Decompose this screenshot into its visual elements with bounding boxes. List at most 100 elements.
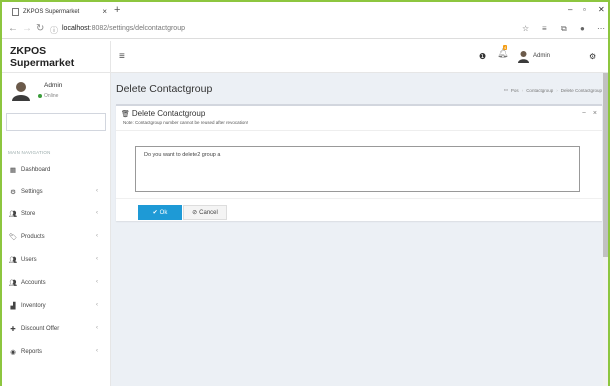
plus-icon: ✚: [10, 326, 16, 333]
sidebar-item-reports[interactable]: ◉ Reports ‹: [2, 345, 111, 359]
chevron-left-icon: ‹: [96, 233, 98, 239]
sidebar-item-label: Settings: [21, 189, 43, 195]
chevron-left-icon: ‹: [96, 210, 98, 216]
sidebar-item-label: Users: [21, 257, 37, 263]
breadcrumb-separator: ›: [556, 87, 558, 93]
bar-chart-icon: ▟: [10, 303, 16, 310]
online-dot-icon: [38, 94, 42, 98]
sidebar-item-label: Inventory: [21, 303, 46, 309]
maximize-icon[interactable]: ▫: [583, 5, 586, 14]
sidebar-user-name: Admin: [44, 82, 63, 89]
users-icon: 👥︎: [8, 280, 18, 287]
sidebar-item-label: Accounts: [21, 280, 46, 286]
divider: [116, 198, 602, 199]
sidebar: Admin Online MAIN NAVIGATION ▦ Dashboard…: [2, 73, 111, 386]
box-tools: − ×: [582, 110, 597, 117]
user-status: Online: [38, 93, 58, 99]
address-bar: ← → ↻ ⓘ localhost:8082/settings/delconta…: [2, 20, 608, 39]
notifications[interactable]: 🔔︎ 4: [497, 45, 508, 58]
user-menu-label[interactable]: Admin: [533, 53, 550, 59]
eye-icon: ◉: [10, 349, 16, 356]
alert-icon[interactable]: ❶: [479, 52, 486, 61]
user-avatar-icon[interactable]: [518, 50, 529, 63]
users-icon: 👥︎: [8, 211, 18, 218]
sidebar-item-users[interactable]: 👥︎ Users ‹: [2, 253, 111, 267]
sidebar-toggle-icon[interactable]: ≡: [119, 51, 125, 62]
remove-icon[interactable]: ×: [593, 110, 597, 117]
sidebar-item-label: Store: [21, 211, 36, 217]
chevron-left-icon: ‹: [96, 279, 98, 285]
box-note: Note: Contactgroup number cannot be reus…: [123, 120, 249, 125]
delete-box: 🗑︎ Delete Contactgroup Note: Contactgrou…: [116, 104, 602, 221]
sidebar-search-input[interactable]: [6, 113, 106, 131]
page-scrollbar[interactable]: [603, 73, 608, 386]
users-icon: 👥︎: [8, 257, 18, 264]
cancel-button[interactable]: ⊘ Cancel: [183, 205, 227, 220]
desktop-icon: ▭: [503, 87, 508, 92]
page-title: Delete Contactgroup: [116, 83, 213, 95]
browser-tab-title: ZKPOS Supermarket: [23, 9, 80, 15]
forward-icon[interactable]: →: [22, 23, 32, 34]
sidebar-item-inventory[interactable]: ▟ Inventory ‹: [2, 299, 111, 313]
notification-badge: 4: [503, 45, 508, 50]
chevron-left-icon: ‹: [96, 348, 98, 354]
breadcrumb-separator: ›: [521, 87, 524, 93]
profile-icon[interactable]: ●: [580, 24, 585, 33]
chevron-left-icon: ‹: [96, 256, 98, 262]
sidebar-item-settings[interactable]: ⚙ Settings ‹: [2, 185, 111, 199]
box-title-text: Delete Contactgroup: [131, 109, 206, 118]
more-icon[interactable]: ⋯: [597, 24, 605, 33]
collections-icon[interactable]: ⧉: [561, 24, 567, 34]
tab-close-icon[interactable]: ×: [102, 7, 107, 16]
url-host: localhost: [62, 25, 90, 32]
box-title: 🗑︎ Delete Contactgroup: [121, 109, 205, 118]
sidebar-item-label: Discount Offer: [21, 326, 60, 332]
url-field[interactable]: localhost:8082/settings/delcontactgroup: [62, 25, 185, 32]
sidebar-item-products[interactable]: 🏷︎ Products ‹: [2, 230, 111, 244]
browser-tab[interactable]: ZKPOS Supermarket ×: [6, 4, 109, 20]
chevron-left-icon: ‹: [96, 188, 98, 194]
avatar: [12, 82, 30, 101]
sidebar-item-discount-offer[interactable]: ✚ Discount Offer ‹: [2, 322, 111, 336]
minimize-icon[interactable]: –: [568, 5, 572, 14]
sidebar-item-store[interactable]: 👥︎ Store ‹: [2, 207, 111, 221]
collapse-icon[interactable]: −: [582, 110, 586, 117]
chevron-left-icon: ‹: [96, 302, 98, 308]
user-panel: Admin Online: [2, 73, 111, 107]
check-icon: ✔: [152, 210, 158, 216]
app-logo[interactable]: ZKPOS Supermarket: [2, 41, 111, 73]
new-tab-button[interactable]: +: [114, 4, 120, 16]
gears-icon[interactable]: ⚙: [589, 52, 596, 61]
divider: [116, 130, 602, 131]
main-content: Delete Contactgroup ▭ Pos › Contactgroup…: [111, 73, 608, 386]
trash-icon: 🗑︎: [121, 110, 130, 118]
info-icon[interactable]: ⓘ: [50, 25, 58, 36]
favorite-icon[interactable]: ☆: [522, 24, 529, 33]
gear-icon: ⚙: [10, 189, 16, 196]
chevron-left-icon: ‹: [96, 325, 98, 331]
favorites-list-icon[interactable]: ≡: [542, 24, 547, 33]
breadcrumb-item-active: Delete Contactgroup: [560, 87, 602, 93]
breadcrumb-item[interactable]: Pos: [511, 88, 519, 93]
confirm-message: Do you want to delete2 group a: [135, 146, 580, 192]
ban-icon: ⊘: [192, 210, 198, 216]
back-icon[interactable]: ←: [8, 23, 18, 34]
app-topbar: ≡ ❶ 🔔︎ 4 Admin ⚙: [111, 41, 608, 73]
sidebar-item-label: Reports: [21, 349, 43, 355]
sidebar-item-dashboard[interactable]: ▦ Dashboard: [2, 163, 111, 177]
sidebar-item-accounts[interactable]: 👥︎ Accounts ‹: [2, 276, 111, 290]
scrollbar-thumb[interactable]: [603, 73, 608, 257]
breadcrumb: ▭ Pos › Contactgroup › Delete Contactgro…: [504, 87, 602, 93]
ok-button-label: Ok: [159, 209, 168, 216]
browser-tab-bar: ZKPOS Supermarket × + – ▫ ✕: [2, 2, 608, 20]
reload-icon[interactable]: ↻: [36, 23, 44, 34]
sidebar-item-label: Dashboard: [21, 167, 51, 173]
nav-section-label: MAIN NAVIGATION: [8, 150, 51, 155]
ok-button[interactable]: ✔ Ok: [138, 205, 182, 220]
url-path: :8082/settings/delcontactgroup: [89, 25, 185, 32]
breadcrumb-item[interactable]: Contactgroup: [526, 88, 553, 93]
sidebar-item-label: Products: [21, 234, 45, 240]
window-close-icon[interactable]: ✕: [598, 5, 605, 14]
dashboard-icon: ▦: [9, 167, 17, 174]
page-icon: [12, 8, 19, 16]
